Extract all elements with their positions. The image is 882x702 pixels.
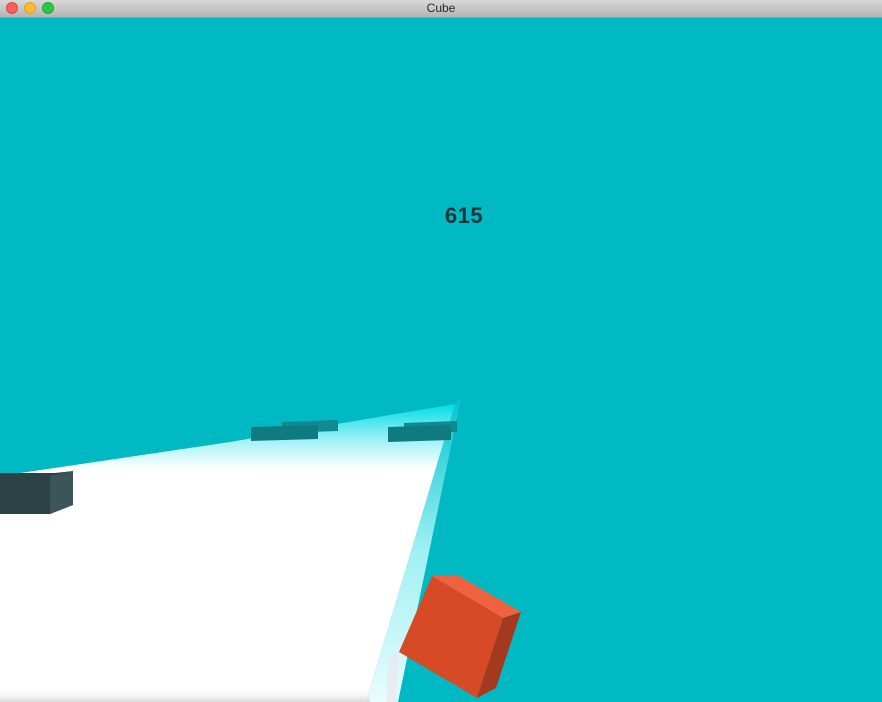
window-title: Cube	[426, 1, 456, 15]
game-viewport[interactable]: 615	[0, 18, 882, 702]
app-window: Cube 615	[0, 0, 882, 702]
obstacle-near-left	[0, 471, 73, 514]
track-bottom-shadow	[0, 688, 370, 702]
game-scene	[0, 18, 882, 702]
title-bar[interactable]: Cube	[0, 0, 882, 18]
score-counter: 615	[444, 203, 484, 228]
